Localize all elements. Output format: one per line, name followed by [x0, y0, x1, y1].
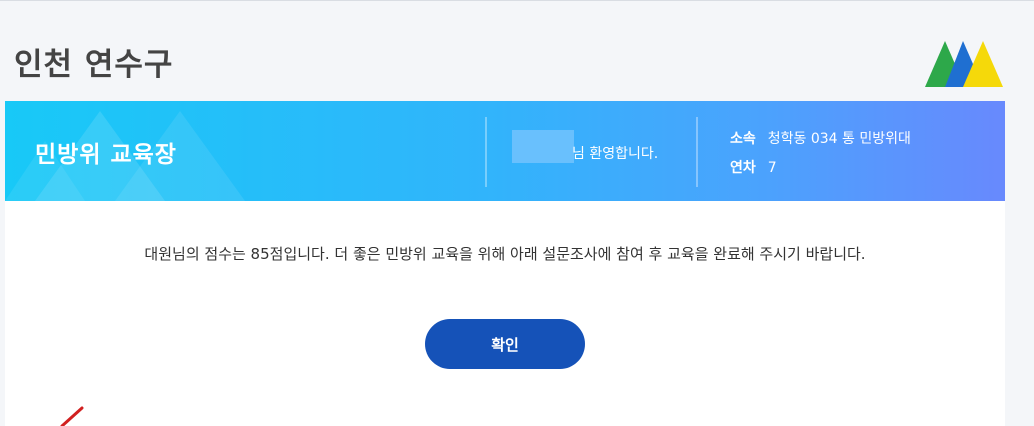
page-title: 인천 연수구: [14, 47, 174, 83]
confirm-button[interactable]: 확인: [425, 319, 585, 369]
year-label: 연차: [730, 160, 756, 176]
score-message: 대원님의 점수는 85점입니다. 더 좋은 민방위 교육을 위해 아래 설문조사…: [144, 245, 866, 263]
affiliation-row: 소속 청학동 034 통 민방위대: [730, 128, 911, 148]
year-row: 연차 7: [730, 157, 777, 177]
divider: [696, 117, 698, 187]
main-content: 대원님의 점수는 85점입니다. 더 좋은 민방위 교육을 위해 아래 설문조사…: [5, 201, 1005, 426]
logo: [925, 41, 1003, 87]
year-value: 7: [767, 160, 777, 176]
welcome-text: 님 환영합니다.: [572, 146, 659, 162]
red-annotation-mark: [60, 406, 84, 426]
affiliation-value: 청학동 034 통 민방위대: [767, 131, 911, 147]
divider: [485, 117, 487, 187]
masked-user-name: [512, 130, 574, 163]
affiliation-label: 소속: [730, 131, 756, 147]
education-banner: 민방위 교육장 님 환영합니다. 소속 청학동 034 통 민방위대 연차 7: [5, 101, 1005, 201]
banner-title: 민방위 교육장: [35, 142, 177, 168]
